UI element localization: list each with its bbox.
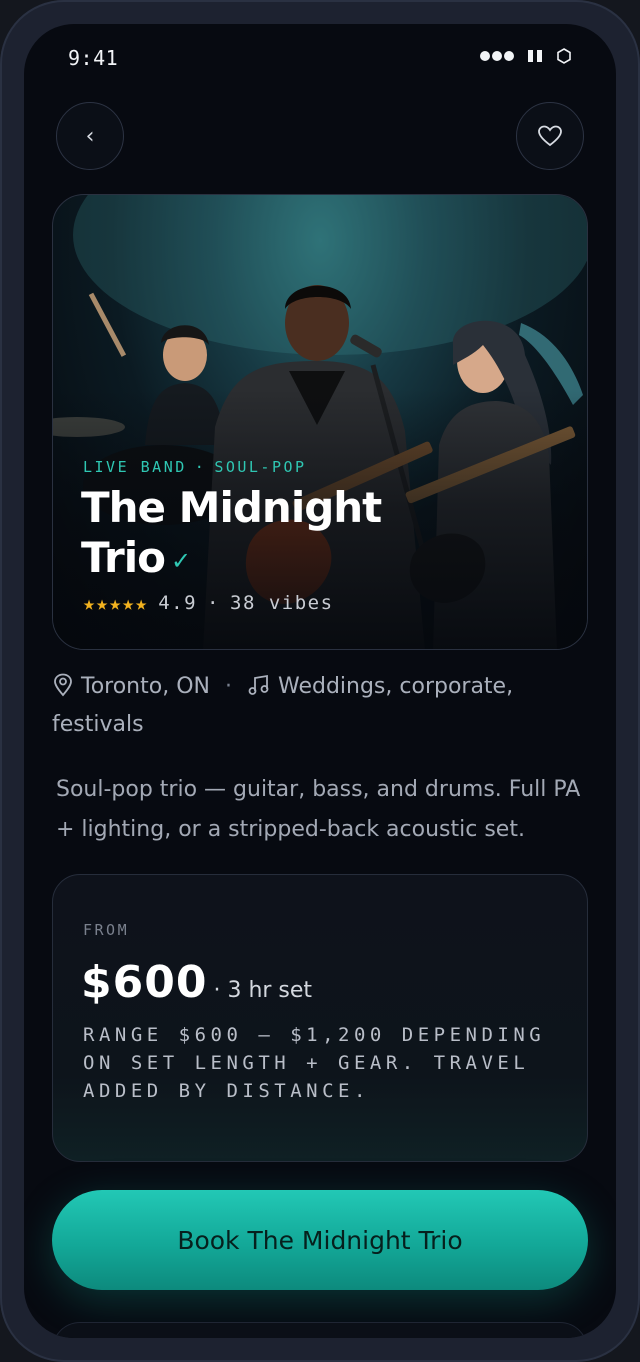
location-pin-icon bbox=[54, 673, 72, 697]
rating-separator: · bbox=[207, 592, 220, 614]
star-rating-icon: ★★★★★ bbox=[83, 591, 149, 615]
price-range-note: RANGE $600 – $1,200 DEPENDING ON SET LEN… bbox=[83, 1024, 546, 1102]
hero-card: LIVE BAND · SOUL-POP The Midnight Trio ✓ … bbox=[52, 194, 588, 650]
category-tag: LIVE BAND bbox=[83, 458, 187, 476]
price-unit: · 3 hr set bbox=[213, 978, 313, 1003]
chevron-left-icon: ‹ bbox=[85, 123, 95, 149]
signal-icon bbox=[480, 51, 514, 61]
phone-frame: 9:41 ‹ LIVE BAND · SOUL-POP The Midnight… bbox=[0, 0, 640, 1362]
title-line-1: The Midnight bbox=[81, 483, 382, 532]
title-line-2: Trio bbox=[81, 533, 166, 582]
vibes-count[interactable]: 38 vibes bbox=[230, 592, 334, 614]
pause-bars-icon bbox=[528, 50, 542, 62]
music-note-icon bbox=[248, 674, 269, 695]
heart-outline-icon bbox=[538, 125, 562, 147]
back-button[interactable]: ‹ bbox=[56, 102, 124, 170]
artist-title: The Midnight Trio ✓ bbox=[81, 483, 561, 586]
from-label: FROM bbox=[83, 921, 130, 939]
meta-separator: · bbox=[224, 674, 232, 699]
price-value: $600 bbox=[81, 957, 208, 1008]
status-icons bbox=[480, 48, 572, 64]
verified-check-icon: ✓ bbox=[171, 546, 191, 575]
artist-description: Soul-pop trio — guitar, bass, and drums.… bbox=[56, 777, 581, 842]
tag-separator: · bbox=[194, 458, 207, 476]
rating-row: ★★★★★ 4.9 · 38 vibes bbox=[83, 591, 334, 615]
genre-tags: LIVE BAND · SOUL-POP bbox=[83, 458, 307, 476]
rating-value: 4.9 bbox=[158, 592, 198, 614]
next-card-peek bbox=[52, 1322, 588, 1338]
pricing-card: FROM $600 · 3 hr set RANGE $600 – $1,200… bbox=[52, 874, 588, 1162]
genre-tag: SOUL-POP bbox=[214, 458, 307, 476]
screen: 9:41 ‹ LIVE BAND · SOUL-POP The Midnight… bbox=[24, 24, 616, 1338]
hexagon-icon bbox=[557, 48, 571, 64]
artist-meta: Toronto, ON · Weddings, corporate, festi… bbox=[52, 668, 572, 744]
status-time: 9:41 bbox=[68, 46, 119, 70]
book-button[interactable]: Book The Midnight Trio bbox=[52, 1190, 588, 1290]
favorite-button[interactable] bbox=[516, 102, 584, 170]
location-text: Toronto, ON bbox=[81, 674, 210, 699]
price-row: $600 · 3 hr set bbox=[81, 957, 312, 1008]
